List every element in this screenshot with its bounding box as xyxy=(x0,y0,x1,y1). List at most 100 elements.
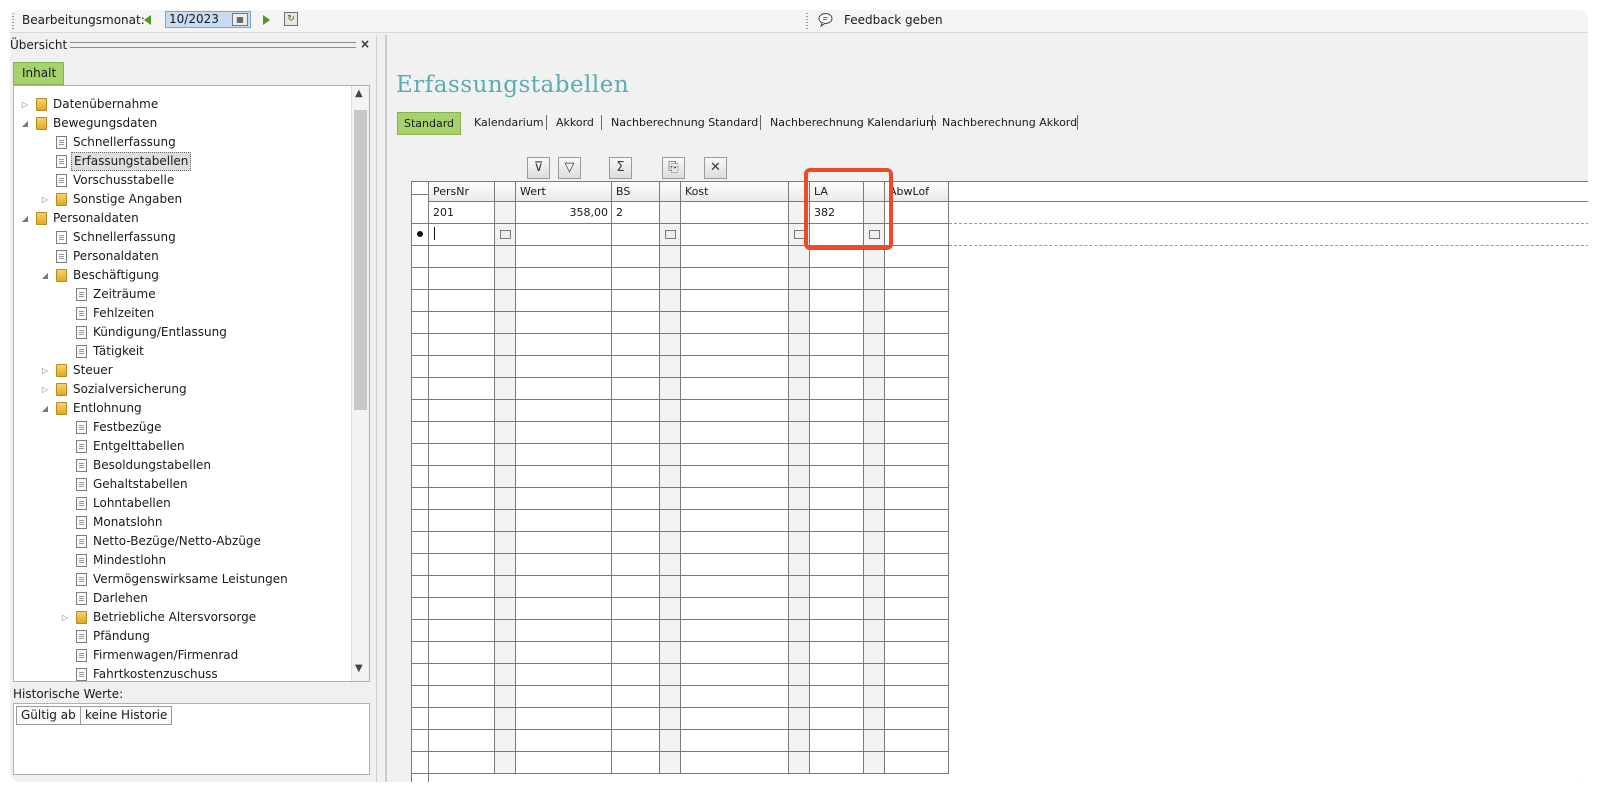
feedback-icon[interactable] xyxy=(818,12,833,27)
tree-item-label: Sonstige Angaben xyxy=(73,192,183,206)
document-icon xyxy=(76,592,87,605)
tree-item-label: Mindestlohn xyxy=(93,553,167,567)
column-header-wert[interactable]: Wert xyxy=(516,182,612,202)
document-icon xyxy=(56,155,67,168)
data-grid: PersNr Wert BS Kost LA AbwLof 201 358,00 2 382 xyxy=(411,181,1588,782)
month-value: 10/2023 xyxy=(169,12,219,26)
picker-column xyxy=(495,202,516,774)
lookup-icon[interactable] xyxy=(665,230,676,239)
tab-kalendarium[interactable]: Kalendarium xyxy=(468,112,550,133)
document-icon xyxy=(56,136,67,149)
panel-splitter[interactable] xyxy=(376,35,386,782)
calendar-icon[interactable]: ▦ xyxy=(232,13,248,26)
cell-abwlof[interactable] xyxy=(885,203,949,222)
folder-icon xyxy=(36,117,47,130)
tree-item-label: Betriebliche Altersvorsorge xyxy=(93,610,257,624)
expand-icon[interactable]: ▷ xyxy=(40,190,50,209)
expand-icon[interactable]: ▷ xyxy=(60,608,70,627)
tab-inhalt[interactable]: Inhalt xyxy=(13,62,64,85)
tree-item-label: Fehlzeiten xyxy=(93,306,155,320)
tree-item-label: Fahrtkostenzuschuss xyxy=(93,667,218,681)
collapse-icon[interactable]: ◢ xyxy=(20,114,30,133)
la-column-highlight xyxy=(804,168,893,250)
feedback-link[interactable]: Feedback geben xyxy=(844,13,943,27)
lookup-icon[interactable] xyxy=(500,230,511,239)
folder-icon xyxy=(56,364,67,377)
column-header-kost[interactable]: Kost xyxy=(681,182,789,202)
toolbar-grip[interactable] xyxy=(12,13,14,29)
filter-edit-icon[interactable]: ⊽ xyxy=(527,157,550,179)
document-icon xyxy=(76,630,87,643)
previous-month-icon[interactable] xyxy=(144,15,151,25)
row-guide-line xyxy=(949,245,1588,246)
expand-icon[interactable]: ▷ xyxy=(20,95,30,114)
tree-item-label: Gehaltstabellen xyxy=(93,477,188,491)
document-icon xyxy=(56,231,67,244)
tree-item-label: Entlohnung xyxy=(73,401,142,415)
column-header-abwlof[interactable]: AbwLof xyxy=(885,182,949,202)
cell-bs[interactable]: 2 xyxy=(612,203,660,222)
document-icon xyxy=(56,250,67,263)
cell-kost[interactable] xyxy=(681,203,789,222)
tree-item-label: Personaldaten xyxy=(73,249,159,263)
tab-standard[interactable]: Standard xyxy=(397,112,462,135)
cell-wert[interactable]: 358,00 xyxy=(516,203,612,222)
document-icon xyxy=(76,554,87,567)
cell-persnr[interactable]: 201 xyxy=(429,203,495,222)
overview-panel-header: Übersicht × xyxy=(10,37,370,55)
column-kost xyxy=(681,202,789,774)
expand-icon[interactable]: ▷ xyxy=(40,361,50,380)
tree-scrollbar[interactable]: ▲ ▼ xyxy=(351,86,369,681)
tree-item-label: Erfassungstabellen xyxy=(71,152,192,171)
document-icon xyxy=(76,345,87,358)
collapse-icon[interactable]: ◢ xyxy=(40,266,50,285)
tree-item-label: Darlehen xyxy=(93,591,148,605)
tree-item-label: Bewegungsdaten xyxy=(53,116,158,130)
tree-item-label: Zeiträume xyxy=(93,287,156,301)
sum-icon[interactable]: Σ xyxy=(609,157,632,179)
header-line xyxy=(949,201,1588,202)
filter-icon[interactable]: ▽ xyxy=(558,157,581,179)
copy-icon[interactable]: ⎘ xyxy=(662,157,685,179)
header-rule xyxy=(70,42,356,48)
document-icon xyxy=(76,649,87,662)
row-selector-column xyxy=(412,182,429,782)
collapse-icon[interactable]: ◢ xyxy=(20,209,30,228)
collapse-icon[interactable]: ◢ xyxy=(40,399,50,418)
column-bs xyxy=(612,202,660,774)
document-icon xyxy=(76,326,87,339)
top-toolbar: Bearbeitungsmonat: 10/2023 ▦ ↻ Feedback … xyxy=(10,10,1588,33)
document-icon xyxy=(76,421,87,434)
next-month-icon[interactable] xyxy=(263,15,270,25)
scroll-up-icon[interactable]: ▲ xyxy=(355,88,363,99)
tree-item-label: Pfändung xyxy=(93,629,150,643)
delete-icon[interactable]: ✕ xyxy=(704,157,727,179)
close-icon[interactable]: × xyxy=(360,37,370,51)
document-icon xyxy=(76,573,87,586)
expand-icon[interactable]: ▷ xyxy=(40,380,50,399)
scroll-thumb[interactable] xyxy=(354,110,367,410)
picker-column xyxy=(660,202,681,774)
column-header-persnr[interactable]: PersNr xyxy=(429,182,495,202)
document-icon xyxy=(76,440,87,453)
folder-icon xyxy=(56,383,67,396)
tab-nachberechnung-standard[interactable]: Nachberechnung Standard xyxy=(605,112,764,133)
column-la xyxy=(810,202,864,774)
tab-nachberechnung-kalendarium[interactable]: Nachberechnung Kalendarium xyxy=(764,112,943,133)
tab-nachberechnung-akkord[interactable]: Nachberechnung Akkord xyxy=(936,112,1083,133)
column-header-picker xyxy=(660,182,681,202)
column-header-picker xyxy=(495,182,516,202)
column-abwlof xyxy=(885,202,949,774)
navigation-tree: ▷ Datenübernahme ◢ Bewegungsdaten Schnellerf… xyxy=(13,85,370,682)
scroll-down-icon[interactable]: ▼ xyxy=(355,663,363,674)
tree-item-label: Schnellerfassung xyxy=(73,135,176,149)
current-row-indicator-icon xyxy=(417,231,423,237)
tree-item-label: Monatslohn xyxy=(93,515,163,529)
tree-item-label: Steuer xyxy=(73,363,113,377)
tree-item-label: Netto-Bezüge/Netto-Abzüge xyxy=(93,534,261,548)
tree-item-label: Beschäftigung xyxy=(73,268,159,282)
column-header-bs[interactable]: BS xyxy=(612,182,660,202)
tab-akkord[interactable]: Akkord xyxy=(550,112,600,133)
tree-item-label: Festbezüge xyxy=(93,420,162,434)
refresh-icon[interactable]: ↻ xyxy=(284,12,298,26)
